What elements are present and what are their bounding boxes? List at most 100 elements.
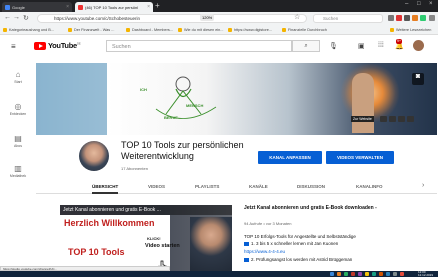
finger-image <box>352 73 374 133</box>
bookmark-star-icon[interactable]: ☆ <box>294 13 300 21</box>
microphone-icon[interactable]: 🎙 <box>329 42 338 50</box>
apps-grid-icon[interactable]: ⁞⁞⁞ <box>378 42 384 49</box>
browser-search-input[interactable]: Suchen <box>313 14 383 23</box>
chevron-right-icon[interactable]: › <box>422 182 424 189</box>
tray-icon[interactable] <box>365 272 369 276</box>
extension-icon[interactable] <box>412 15 418 21</box>
extension-icon[interactable] <box>420 15 426 21</box>
youtube-search-placeholder: Suchen <box>112 44 131 50</box>
youtube-search-input[interactable]: Suchen <box>106 40 292 52</box>
system-clock[interactable]: 12:00 12.12.2019 <box>418 271 433 277</box>
reload-icon[interactable]: ↻ <box>23 14 29 22</box>
sidebar-item-label: Entdecken <box>9 112 27 116</box>
close-tab-icon[interactable]: × <box>147 4 150 10</box>
sidebar-item-label: Start <box>14 80 22 84</box>
tab-playlists[interactable]: PLAYLISTS <box>195 184 219 189</box>
bookmark-item[interactable]: Der Finanzwelt - Was ... <box>68 28 114 32</box>
presenter-image <box>190 217 232 277</box>
extension-icon[interactable] <box>404 15 410 21</box>
tab-label: (46) TOP 10 Tools zur persönl <box>85 5 139 10</box>
tray-icon[interactable] <box>372 272 376 276</box>
customize-channel-button[interactable]: KANAL ANPASSEN <box>258 151 322 164</box>
minimize-icon[interactable]: – <box>405 1 408 7</box>
forward-icon[interactable]: → <box>13 14 20 21</box>
banner-logo-word: MENSCH <box>186 103 204 108</box>
sidebar-item-entdecken[interactable]: ◎ Entdecken <box>0 102 36 116</box>
social-link-icon[interactable] <box>380 116 387 122</box>
camera-icon[interactable]: ◙ <box>412 73 424 85</box>
manage-videos-button[interactable]: VIDEOS VERWALTEN <box>326 151 394 164</box>
youtube-search-button[interactable]: ⌕ <box>292 40 320 52</box>
bookmarks-bar: Kategorieaushang und B... Der Finanzwelt… <box>0 25 438 35</box>
tray-icon[interactable] <box>330 272 334 276</box>
extension-icon[interactable] <box>388 15 394 21</box>
address-bar-row: ← → ↻ https://www.youtube.com/c/Schobest… <box>0 12 438 25</box>
bookmark-item[interactable]: Weitere Lesezeichen <box>390 28 431 32</box>
social-link-icon[interactable] <box>398 116 405 122</box>
tray-icon[interactable] <box>400 272 404 276</box>
video-klick-label: KLICK! <box>147 236 161 241</box>
bookmark-item[interactable]: Kategorieaushang und B... <box>3 28 54 32</box>
sidebar-item-mediathek[interactable]: ▥ Mediathek <box>0 164 36 178</box>
sidebar-item-abos[interactable]: ▤ Abos <box>0 134 36 148</box>
create-video-icon[interactable]: ▣ <box>358 42 365 50</box>
banner-website-link[interactable]: Zur Website <box>351 116 374 122</box>
bookmark-item[interactable]: Dashboard - Members... <box>126 28 173 32</box>
google-favicon-icon <box>5 5 10 10</box>
new-tab-button[interactable]: + <box>155 1 160 10</box>
tab-discussion[interactable]: DISKUSSION <box>297 184 325 189</box>
video-info-link[interactable]: https://www.4-4-4.eu <box>244 249 285 254</box>
youtube-wordmark[interactable]: YouTubeDE <box>48 41 81 50</box>
close-window-icon[interactable]: × <box>429 1 433 7</box>
tray-icon[interactable] <box>358 272 362 276</box>
back-icon[interactable]: ← <box>4 14 11 21</box>
browser-tab-bar: Google × (46) TOP 10 Tools zur persönl ×… <box>0 0 438 12</box>
tray-icon[interactable] <box>351 272 355 276</box>
maximize-icon[interactable]: □ <box>417 1 421 7</box>
bookmark-item[interactable]: Finanzielle Durchbruch <box>282 28 327 32</box>
tray-icon[interactable] <box>344 272 348 276</box>
hamburger-menu-icon[interactable]: ≡ <box>11 42 16 51</box>
bookmark-item[interactable]: Wie du mit diesen ein... <box>178 28 223 32</box>
tab-overview[interactable]: ÜBERSICHT <box>92 184 119 194</box>
home-icon: ⌂ <box>15 70 21 79</box>
youtube-header: ≡ YouTubeDE Suchen ⌕ 🎙 ▣ ⁞⁞⁞ 🔔 9+ <box>0 36 438 56</box>
channel-title: TOP 10 Tools zur persönlichen Weiterentw… <box>121 140 244 161</box>
close-tab-icon[interactable]: × <box>66 4 69 10</box>
sidebar-item-start[interactable]: ⌂ Start <box>0 70 36 84</box>
tab-channels[interactable]: KANÄLE <box>249 184 268 189</box>
youtube-logo-icon[interactable] <box>34 42 46 50</box>
video-info-title[interactable]: Jetzt Kanal abonnieren und gratis E-Book… <box>244 205 434 211</box>
extension-icon[interactable] <box>396 15 402 21</box>
tab-videos[interactable]: VIDEOS <box>148 184 165 189</box>
browser-search-placeholder: Suchen <box>323 16 339 21</box>
bookmark-item[interactable]: https://www.digistore... <box>228 28 272 32</box>
subscriber-count: 17 Abonnenten <box>121 166 148 171</box>
sidebar-item-label: Mediathek <box>9 174 27 178</box>
video-headline: Herzlich Willkommen <box>64 218 155 228</box>
browser-tab-youtube[interactable]: (46) TOP 10 Tools zur persönl × <box>75 2 153 12</box>
compass-icon: ◎ <box>14 102 22 111</box>
url-text: https://www.youtube.com/c/Schobesteuerin <box>54 16 141 21</box>
tab-label: Google <box>12 5 25 10</box>
library-icon: ▥ <box>14 164 22 173</box>
tab-about[interactable]: KANALINFO <box>356 184 383 189</box>
social-link-icon[interactable] <box>407 116 414 122</box>
play-badge-icon <box>244 241 249 246</box>
browser-tab-google[interactable]: Google × <box>2 2 72 12</box>
zoom-level[interactable]: 120% <box>200 14 215 21</box>
notification-count-badge: 9+ <box>396 39 402 44</box>
menu-icon[interactable] <box>429 15 435 21</box>
channel-banner: ICH MENSCH BERUF <box>36 63 437 135</box>
tray-icon[interactable] <box>386 272 390 276</box>
tray-icon[interactable] <box>337 272 341 276</box>
banner-logo-word: BERUF <box>164 115 178 120</box>
tray-icon[interactable] <box>393 272 397 276</box>
social-link-icon[interactable] <box>389 116 396 122</box>
sidebar-item-label: Abos <box>14 144 22 148</box>
user-avatar[interactable] <box>413 40 424 51</box>
url-field[interactable]: https://www.youtube.com/c/Schobesteuerin <box>37 14 307 23</box>
tray-icon[interactable] <box>379 272 383 276</box>
channel-avatar[interactable] <box>79 141 109 171</box>
ich-mensch-beruf-logo <box>155 76 217 119</box>
